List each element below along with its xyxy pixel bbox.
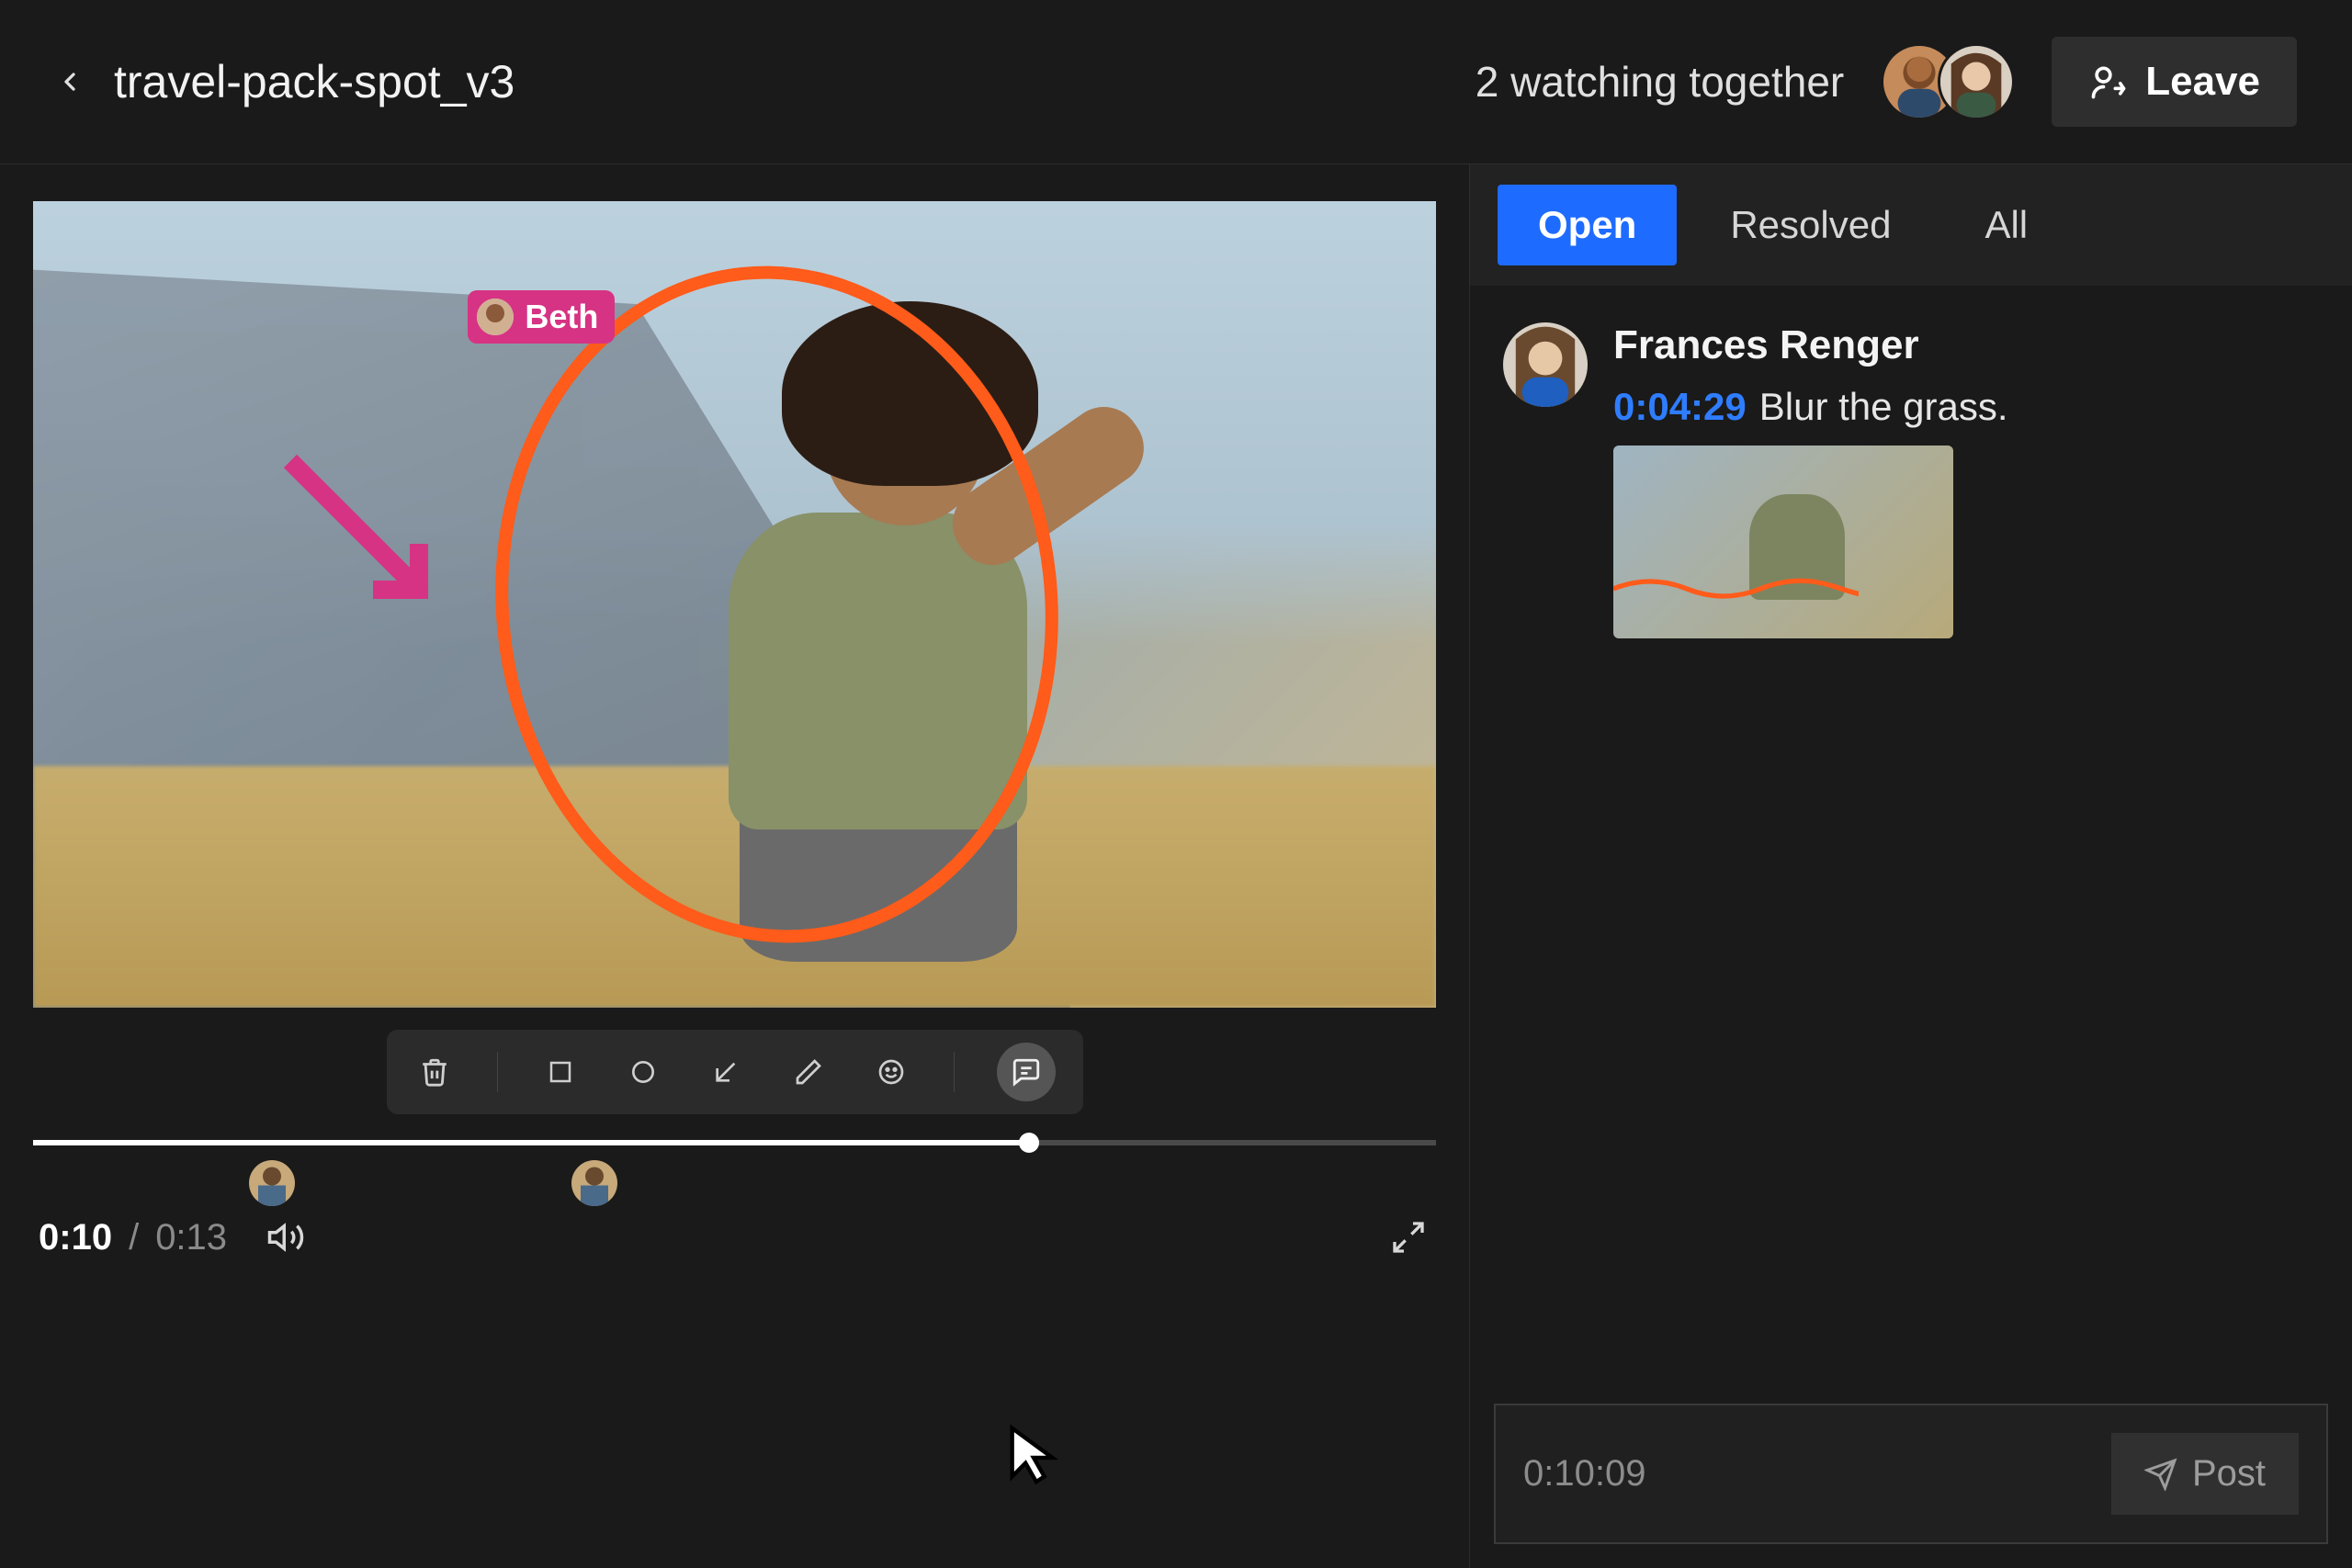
rectangle-tool[interactable] [540,1052,581,1092]
timeline-progress [33,1140,1029,1145]
post-label: Post [2192,1453,2266,1495]
controls-left: 0:10 / 0:13 [39,1215,308,1259]
current-time: 0:10 [39,1217,112,1258]
emoji-icon [876,1057,906,1087]
comment-body: Frances Renger 0:04:29 Blur the grass. [1613,322,2008,638]
trash-tool[interactable] [414,1052,455,1092]
tab-open[interactable]: Open [1498,185,1677,265]
remote-cursor-avatar [477,299,514,335]
leave-label: Leave [2145,59,2260,105]
comment-tool[interactable] [997,1043,1056,1101]
toolbar-divider [497,1052,498,1092]
leave-icon [2088,62,2129,102]
video-frame[interactable]: Beth [33,201,1436,1008]
body: Beth [0,164,2352,1568]
ellipse-tool[interactable] [623,1052,663,1092]
timeline-marker[interactable] [249,1160,295,1206]
remote-cursor-tag: Beth [468,290,615,344]
comment-composer[interactable]: 0:10:09 Post [1494,1404,2328,1544]
app-root: travel-pack-spot_v3 2 watching together … [0,0,2352,1568]
send-icon [2144,1458,2177,1491]
timeline-playhead[interactable] [1019,1133,1039,1153]
timeline-marker[interactable] [571,1160,617,1206]
ellipse-icon [628,1057,658,1087]
back-button[interactable] [55,67,85,96]
viewer-avatars [1881,43,2015,120]
comment-thumbnail[interactable] [1613,446,1953,638]
comments-panel: Open Resolved All Frances Renger 0:04:29… [1470,164,2352,1568]
fullscreen-button[interactable] [1386,1215,1430,1259]
tab-resolved[interactable]: Resolved [1690,185,1931,265]
duration-time: 0:13 [155,1217,227,1258]
thumbnail-annotation [1613,567,1859,604]
pencil-icon [794,1057,823,1087]
trash-icon [419,1056,450,1088]
file-title: travel-pack-spot_v3 [114,55,514,108]
fullscreen-icon [1390,1219,1427,1256]
comments-list: Frances Renger 0:04:29 Blur the grass. [1470,286,2352,1380]
volume-icon [266,1218,305,1257]
header-bar: travel-pack-spot_v3 2 watching together … [0,0,2352,164]
comment-tabs: Open Resolved All [1470,164,2352,286]
comment-author: Frances Renger [1613,322,2008,368]
comment-icon [1011,1056,1042,1088]
post-button[interactable]: Post [2111,1433,2299,1515]
time-separator: / [129,1217,139,1258]
player-controls: 0:10 / 0:13 [33,1215,1436,1259]
comment-item[interactable]: Frances Renger 0:04:29 Blur the grass. [1503,322,2319,638]
comment-text: Blur the grass. [1759,385,2008,428]
rectangle-icon [547,1058,574,1086]
annotation-toolbar [387,1030,1083,1114]
remote-cursor-name: Beth [525,298,598,336]
comment-timestamp[interactable]: 0:04:29 [1613,385,1747,428]
time-display: 0:10 / 0:13 [39,1217,227,1258]
mouse-cursor-icon [1001,1423,1066,1487]
tab-all[interactable]: All [1944,185,2068,265]
header-left: travel-pack-spot_v3 [55,55,514,108]
annotation-arrow[interactable] [272,443,456,626]
header-right: 2 watching together Leave [1476,37,2297,127]
leave-button[interactable]: Leave [2052,37,2297,127]
chevron-left-icon [55,67,85,96]
composer-timestamp: 0:10:09 [1523,1453,1645,1495]
watching-together-text: 2 watching together [1476,57,1845,107]
pencil-tool[interactable] [788,1052,829,1092]
timeline[interactable] [33,1123,1436,1206]
comment-text-line: 0:04:29 Blur the grass. [1613,385,2008,429]
toolbar-divider-2 [954,1052,955,1092]
volume-button[interactable] [264,1215,308,1259]
comment-avatar [1503,322,1588,407]
arrow-tool[interactable] [706,1052,746,1092]
arrow-icon [711,1057,741,1087]
viewer-avatar-2[interactable] [1938,43,2015,120]
video-area: Beth [0,164,1470,1568]
emoji-tool[interactable] [871,1052,911,1092]
